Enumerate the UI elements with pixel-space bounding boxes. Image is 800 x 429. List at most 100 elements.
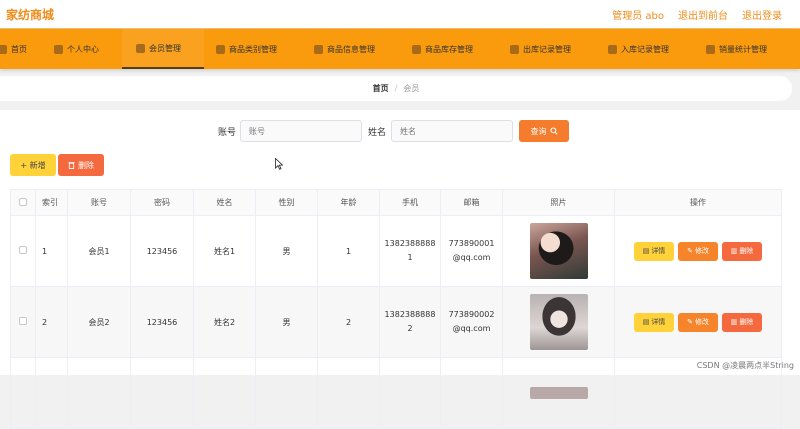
edit-button[interactable]: ✎ 修改 bbox=[678, 312, 718, 332]
logout-link[interactable]: 退出登录 bbox=[742, 7, 782, 22]
front-link[interactable]: 退出到前台 bbox=[678, 7, 728, 22]
account-input[interactable] bbox=[240, 120, 362, 142]
detail-icon: ▤ bbox=[642, 247, 650, 255]
phone-line-2: 1 bbox=[407, 253, 413, 262]
nav-item-outbound[interactable]: 出库记录管理 bbox=[510, 29, 571, 69]
cell-photo bbox=[502, 286, 615, 358]
stats-icon bbox=[706, 44, 715, 54]
table-header-row: 索引 账号 密码 姓名 性别 年龄 手机 邮箱 照片 操作 bbox=[10, 189, 782, 216]
in-icon bbox=[608, 44, 617, 54]
cell-password: 123456 bbox=[130, 215, 194, 287]
cell-email: 773890001 @qq.com bbox=[440, 215, 503, 287]
detail-icon: ▤ bbox=[642, 318, 650, 326]
select-all-cell[interactable] bbox=[10, 189, 36, 216]
cell-photo bbox=[502, 215, 615, 287]
breadcrumb-home[interactable]: 首页 bbox=[373, 83, 389, 94]
cell-index: 2 bbox=[35, 286, 68, 358]
email-line-1: 773890001 bbox=[448, 239, 495, 248]
col-header-gender: 性别 bbox=[255, 189, 318, 216]
member-photo[interactable] bbox=[529, 223, 588, 279]
category-icon bbox=[216, 44, 225, 54]
breadcrumb-current: 会员 bbox=[403, 84, 420, 93]
col-header-password: 密码 bbox=[130, 189, 194, 216]
row-select-cell[interactable] bbox=[10, 215, 36, 287]
top-header: 家纺商城 管理员 abo 退出到前台 退出登录 bbox=[0, 0, 800, 29]
col-header-actions: 操作 bbox=[614, 189, 782, 216]
stock-icon bbox=[412, 44, 421, 54]
detail-button[interactable]: ▤ 详情 bbox=[634, 312, 674, 332]
cell-gender: 男 bbox=[255, 286, 318, 358]
nav-item-sales[interactable]: 销量统计管理 bbox=[706, 29, 767, 69]
phone-line-1: 1382388888 bbox=[384, 310, 436, 319]
admin-label: 管理员 abo bbox=[612, 11, 664, 22]
cell-account: 会员2 bbox=[67, 286, 131, 358]
search-icon bbox=[549, 127, 558, 135]
nav-item-label: 入库记录管理 bbox=[621, 44, 669, 54]
out-icon bbox=[510, 44, 519, 54]
row-checkbox[interactable] bbox=[19, 246, 27, 254]
nav-item-stock[interactable]: 商品库存管理 bbox=[412, 29, 473, 69]
row-select-cell[interactable] bbox=[10, 286, 36, 358]
col-header-email: 邮箱 bbox=[440, 189, 503, 216]
member-photo[interactable] bbox=[529, 294, 588, 350]
member-icon bbox=[136, 43, 145, 53]
detail-button[interactable]: ▤ 详情 bbox=[634, 241, 674, 261]
search-form: 账号 姓名 查询 bbox=[0, 120, 800, 142]
breadcrumb-separator: / bbox=[394, 84, 398, 93]
edit-icon: ✎ bbox=[687, 318, 693, 326]
cell-actions: ▤ 详情 ✎ 修改 ▥ 删除 bbox=[614, 215, 782, 287]
phone-line-2: 2 bbox=[407, 324, 413, 333]
watermark: CSDN @凌晨两点半String bbox=[696, 361, 794, 370]
nav-item-label: 出库记录管理 bbox=[523, 44, 571, 54]
nav-item-goods[interactable]: 商品信息管理 bbox=[314, 29, 375, 69]
delete-button-label: 删除 bbox=[739, 247, 754, 255]
mouse-cursor-icon bbox=[275, 158, 283, 170]
detail-button-label: 详情 bbox=[651, 318, 666, 326]
cell-phone: 1382388888 1 bbox=[379, 215, 441, 287]
cell-actions: ▤ 详情 ✎ 修改 ▥ 删除 bbox=[614, 286, 782, 358]
brand-title: 家纺商城 bbox=[6, 8, 55, 22]
cell-password: 123456 bbox=[130, 286, 194, 358]
nav-item-category[interactable]: 商品类别管理 bbox=[216, 29, 277, 69]
email-line-1: 773890002 bbox=[448, 310, 495, 319]
nav-item-inbound[interactable]: 入库记录管理 bbox=[608, 29, 669, 69]
row-checkbox[interactable] bbox=[19, 317, 27, 325]
col-header-index: 索引 bbox=[35, 189, 68, 216]
member-photo[interactable] bbox=[529, 387, 588, 399]
add-button[interactable]: + 新增 bbox=[10, 154, 56, 176]
add-button-label: + 新增 bbox=[20, 160, 46, 170]
col-header-photo: 照片 bbox=[502, 189, 615, 216]
col-header-phone: 手机 bbox=[379, 189, 441, 216]
col-header-account: 账号 bbox=[67, 189, 131, 216]
members-table: 索引 账号 密码 姓名 性别 年龄 手机 邮箱 照片 操作 1 会员1 1234… bbox=[10, 189, 782, 429]
select-all-checkbox[interactable] bbox=[19, 197, 27, 206]
edit-button[interactable]: ✎ 修改 bbox=[678, 241, 718, 261]
nav-item-profile[interactable]: 个人中心 bbox=[54, 29, 99, 69]
col-header-age: 年龄 bbox=[317, 189, 380, 216]
home-icon bbox=[0, 44, 7, 54]
trash-icon: ▥ bbox=[730, 247, 738, 255]
content-panel: 账号 姓名 查询 + 新增 删除 索引 账号 密码 姓名 性别 年龄 手机 邮箱 bbox=[0, 110, 800, 429]
cell-photo bbox=[502, 357, 615, 429]
cell-email: 773890002 @qq.com bbox=[440, 286, 503, 358]
batch-delete-button[interactable]: 删除 bbox=[58, 154, 104, 176]
name-input[interactable] bbox=[391, 120, 513, 142]
batch-delete-label: 删除 bbox=[78, 160, 94, 170]
delete-button[interactable]: ▥ 删除 bbox=[722, 241, 762, 261]
nav-item-members[interactable]: 会员管理 bbox=[122, 29, 204, 69]
col-header-name: 姓名 bbox=[193, 189, 256, 216]
delete-button-label: 删除 bbox=[739, 318, 754, 326]
edit-button-label: 修改 bbox=[694, 247, 709, 255]
delete-button[interactable]: ▥ 删除 bbox=[722, 312, 762, 332]
table-row: 1 会员1 123456 姓名1 男 1 1382388888 1 7738900… bbox=[10, 215, 782, 287]
nav-item-label: 商品库存管理 bbox=[425, 44, 473, 54]
name-label: 姓名 bbox=[368, 128, 387, 138]
edit-button-label: 修改 bbox=[694, 318, 709, 326]
trash-icon: ▥ bbox=[730, 318, 738, 326]
cell-age: 1 bbox=[317, 215, 380, 287]
cell-age: 2 bbox=[317, 286, 380, 358]
nav-item-label: 商品类别管理 bbox=[229, 44, 277, 54]
table-row-partial bbox=[10, 357, 782, 429]
nav-item-home[interactable]: 首页 bbox=[0, 29, 27, 69]
query-button[interactable]: 查询 bbox=[519, 120, 569, 142]
